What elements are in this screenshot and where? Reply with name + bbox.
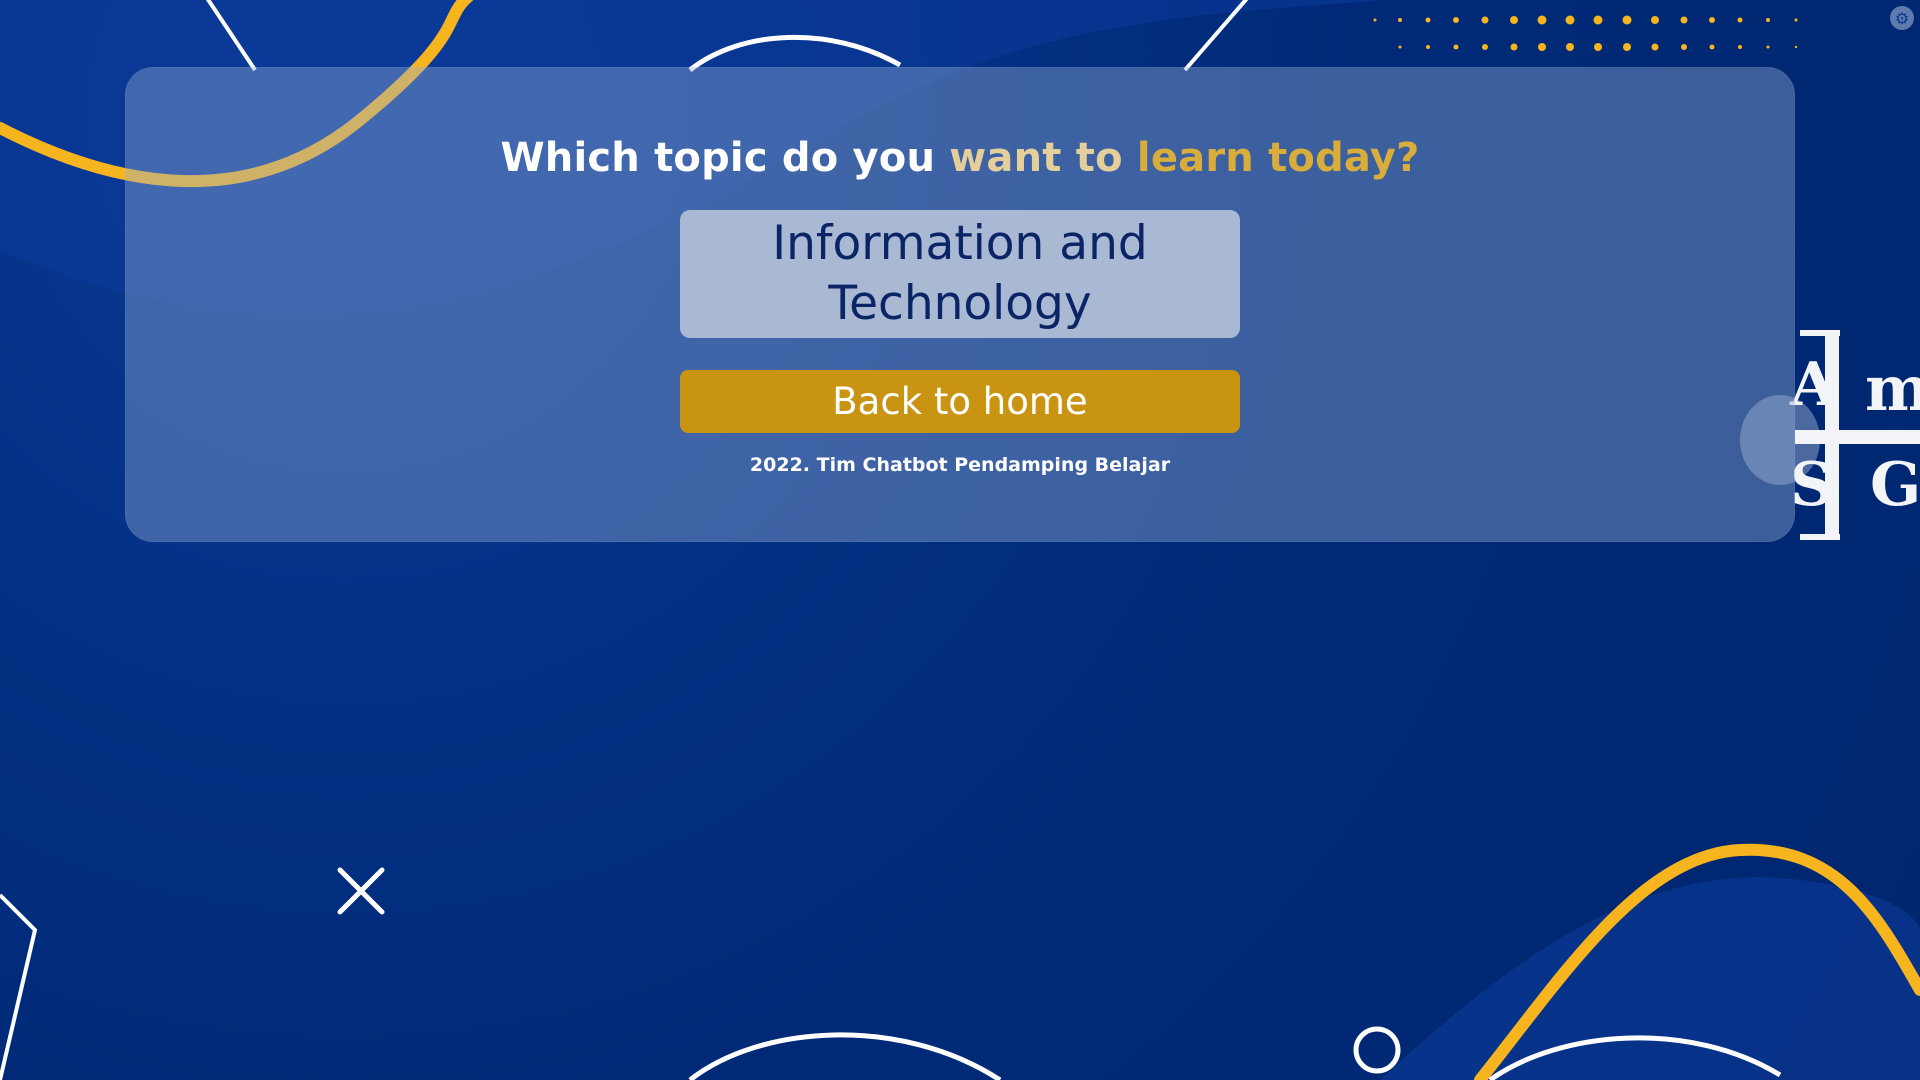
white-line-bottom-left bbox=[0, 893, 38, 1080]
back-to-home-label: Back to home bbox=[832, 380, 1088, 423]
topic-button-label: Information and Technology bbox=[772, 216, 1148, 331]
title-part-accent-gold: learn today? bbox=[1136, 135, 1420, 181]
footer-credit: 2022. Tim Chatbot Pendamping Belajar bbox=[749, 454, 1171, 476]
app-stage: A m S G ⚙ Which topic do you want to lea… bbox=[0, 0, 1920, 1080]
settings-icon[interactable]: ⚙ bbox=[1890, 6, 1914, 30]
circle-decor-icon bbox=[1353, 1026, 1401, 1074]
title-part-white: Which topic do you bbox=[500, 135, 936, 181]
page-title: Which topic do you want to learn today? bbox=[0, 135, 1920, 181]
svg-text:A: A bbox=[1789, 350, 1838, 420]
title-part-accent: want to bbox=[949, 135, 1123, 181]
svg-text:m: m bbox=[1865, 352, 1920, 425]
dot-grid bbox=[1373, 15, 1798, 51]
white-arc-bottom bbox=[688, 1032, 1002, 1080]
topic-button-information-technology[interactable]: Information and Technology bbox=[680, 210, 1240, 338]
back-to-home-button[interactable]: Back to home bbox=[680, 370, 1240, 433]
close-x-decor-icon bbox=[337, 867, 385, 915]
bg-wave-bottom bbox=[1380, 877, 1920, 1080]
